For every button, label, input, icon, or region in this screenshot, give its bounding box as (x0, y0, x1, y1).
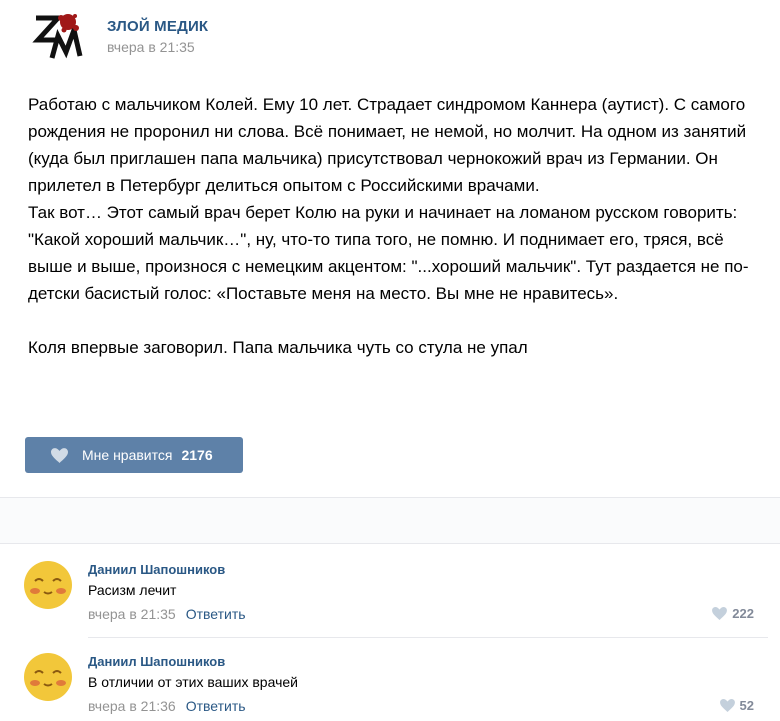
comment-item: Даниил Шапошников Расизм лечит вчера в 2… (0, 545, 780, 637)
comment-timestamp[interactable]: вчера в 21:35 (88, 606, 176, 622)
comment-text: В отличии от этих ваших врачей (88, 674, 298, 690)
like-button[interactable]: Мне нравится 2176 (25, 437, 243, 473)
heart-icon (51, 447, 68, 463)
comment-text: Расизм лечит (88, 582, 177, 598)
like-count: 2176 (181, 447, 213, 463)
post-timestamp[interactable]: вчера в 21:35 (107, 39, 195, 55)
comment-timestamp[interactable]: вчера в 21:36 (88, 698, 176, 714)
reply-link[interactable]: Ответить (186, 698, 246, 714)
comment-like-count: 222 (732, 606, 754, 621)
comment-like-button[interactable]: 52 (719, 698, 754, 713)
smiley-avatar-icon[interactable] (24, 561, 72, 609)
comment-meta: вчера в 21:35 Ответить (88, 606, 246, 622)
comment-like-count: 52 (739, 698, 754, 713)
reply-link[interactable]: Ответить (186, 606, 246, 622)
comment-author-link[interactable]: Даниил Шапошников (88, 562, 225, 577)
smiley-avatar-icon[interactable] (24, 653, 72, 701)
post-paragraph: Работаю с мальчиком Колей. Ему 10 лет. С… (28, 95, 747, 195)
like-button-label: Мне нравится (82, 447, 173, 463)
comment-like-button[interactable]: 222 (712, 606, 754, 621)
comment-meta: вчера в 21:36 Ответить (88, 698, 246, 714)
group-logo[interactable] (28, 10, 88, 64)
post-body: Работаю с мальчиком Колей. Ему 10 лет. С… (28, 91, 768, 361)
comment-author-link[interactable]: Даниил Шапошников (88, 654, 225, 669)
post-paragraph: Коля впервые заговорил. Папа мальчика чу… (28, 338, 528, 357)
comment-item: Даниил Шапошников В отличии от этих ваши… (0, 637, 780, 721)
post-card: ЗЛОЙ МЕДИК вчера в 21:35 Работаю с мальч… (0, 0, 780, 497)
post-author-link[interactable]: ЗЛОЙ МЕДИК (107, 18, 208, 35)
post-paragraph: Так вот… Этот самый врач берет Колю на р… (28, 203, 749, 303)
heart-icon (719, 699, 735, 712)
heart-icon (712, 607, 728, 620)
comments-divider (0, 497, 780, 544)
